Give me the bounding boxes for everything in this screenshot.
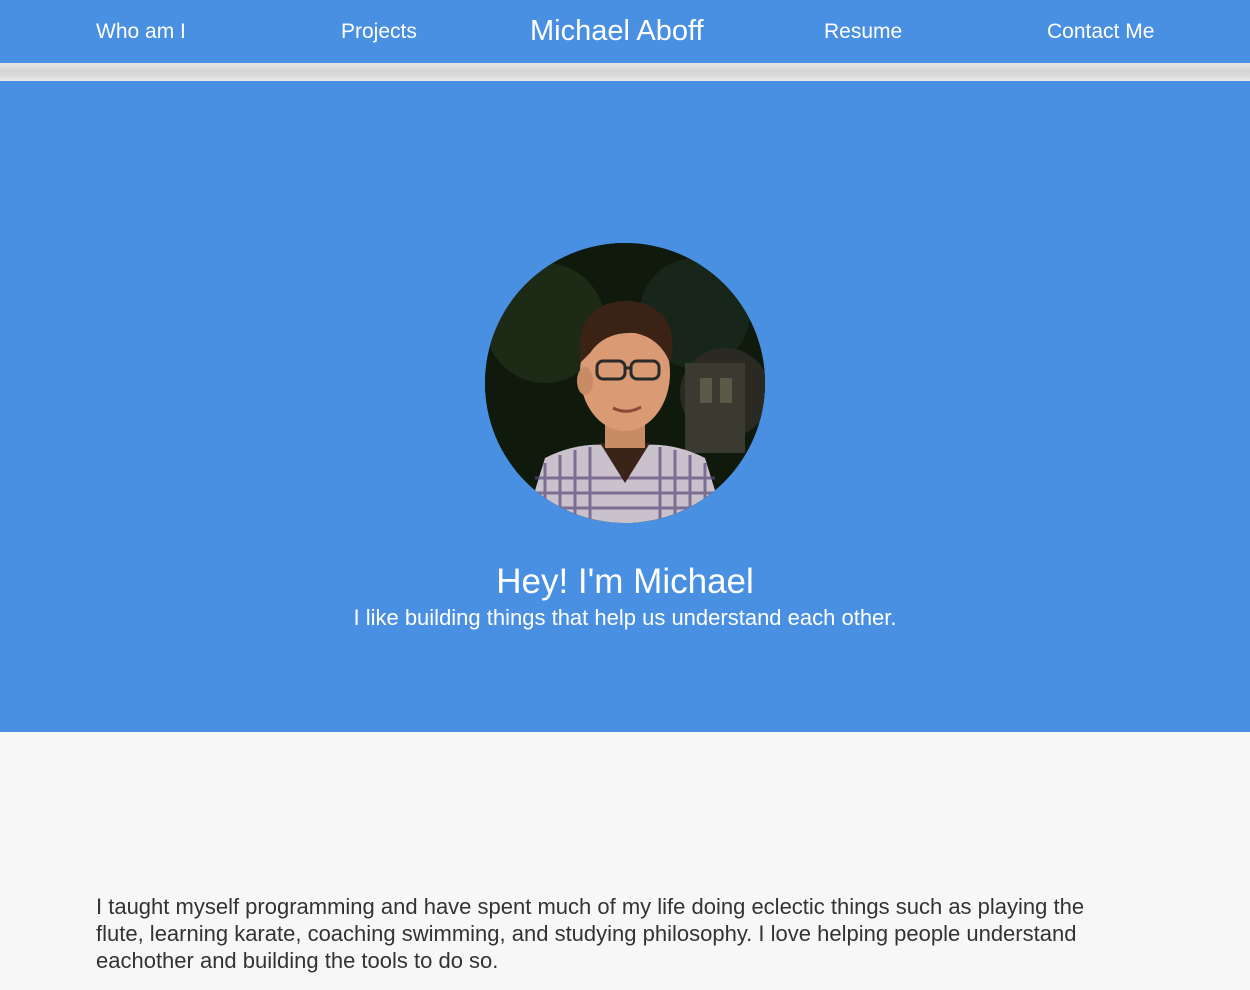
navbar-shadow <box>0 63 1250 81</box>
hero-section: Hey! I'm Michael I like building things … <box>0 81 1250 732</box>
nav-link-projects[interactable]: Projects <box>341 0 417 63</box>
hero-title: Hey! I'm Michael <box>496 562 754 601</box>
top-navbar: Who am I Projects Michael Aboff Resume C… <box>0 0 1250 63</box>
hero-subtitle: I like building things that help us unde… <box>353 605 897 630</box>
about-section: I taught myself programming and have spe… <box>0 732 1250 990</box>
nav-link-resume[interactable]: Resume <box>824 0 902 63</box>
profile-photo-icon <box>485 243 765 523</box>
avatar <box>485 243 765 523</box>
site-brand-name[interactable]: Michael Aboff <box>530 0 704 63</box>
about-paragraph: I taught myself programming and have spe… <box>96 894 1085 973</box>
nav-link-who-am-i[interactable]: Who am I <box>96 0 186 63</box>
nav-link-contact-me[interactable]: Contact Me <box>1047 0 1154 63</box>
